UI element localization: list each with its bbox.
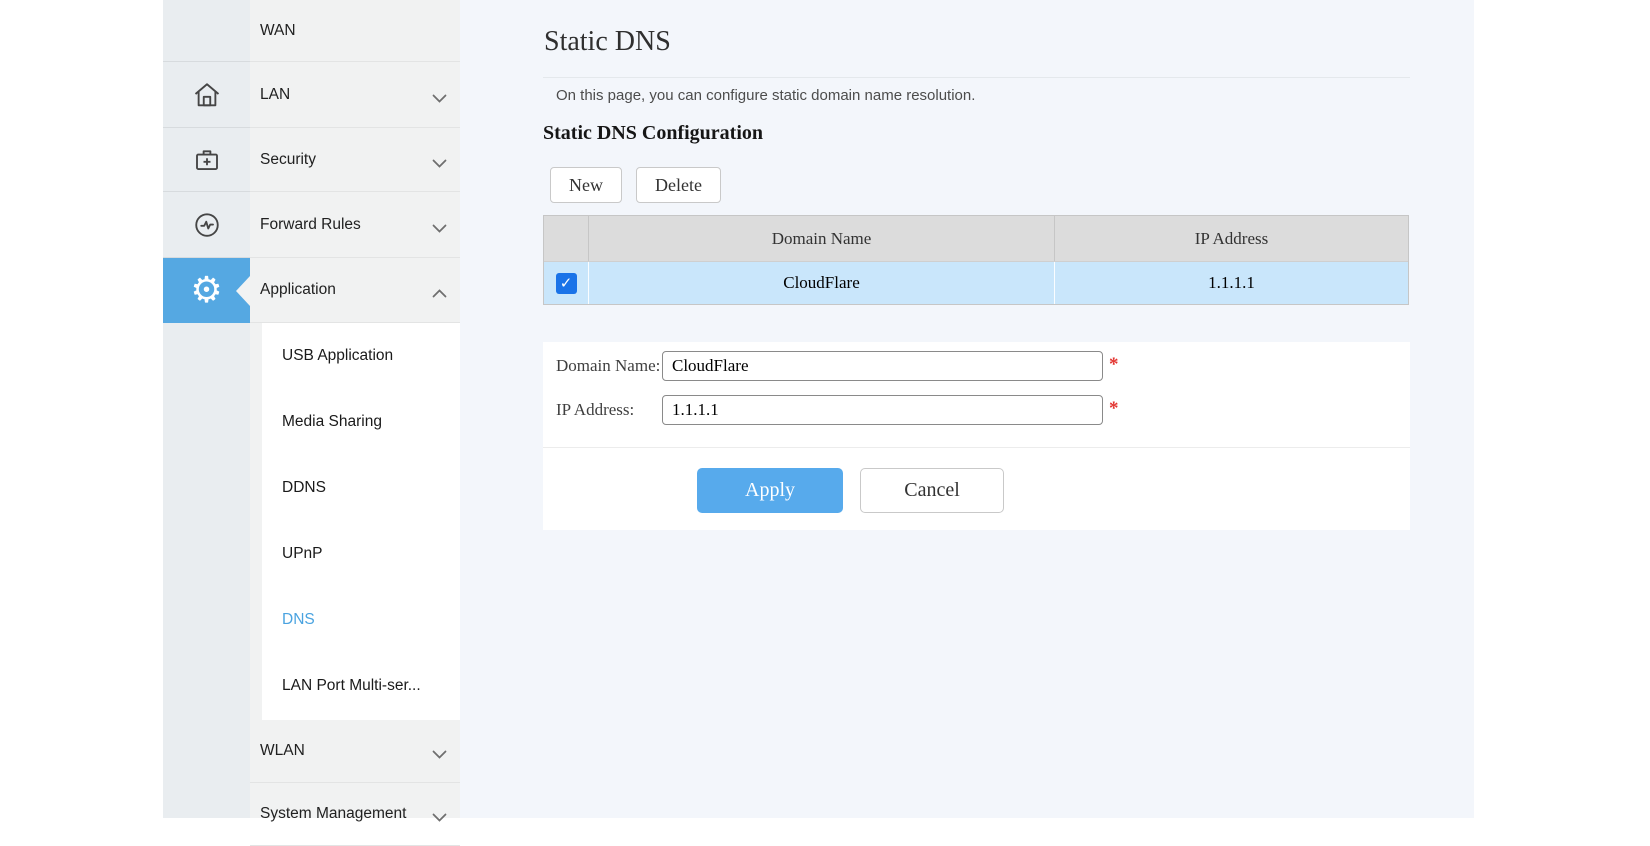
apply-button[interactable]: Apply — [697, 468, 843, 513]
chevron-down-icon — [432, 155, 447, 173]
new-button[interactable]: New — [550, 167, 622, 203]
first-aid-kit-icon — [192, 145, 222, 175]
gear-icon: ⚙ — [190, 273, 222, 309]
submenu-item-label: DNS — [282, 611, 315, 629]
chevron-up-icon — [432, 285, 447, 303]
diagnose-icon — [192, 210, 222, 240]
menu-item-wan[interactable]: WAN — [250, 0, 460, 62]
chevron-down-icon — [432, 746, 447, 764]
title-divider — [543, 77, 1410, 78]
active-item-notch — [236, 276, 250, 306]
edit-form-panel: Domain Name: * IP Address: * Apply Cance… — [543, 342, 1410, 530]
submenu-application: USB Application Media Sharing DDNS UPnP … — [262, 323, 460, 720]
menu-item-system-management[interactable]: System Management — [250, 783, 460, 846]
page-title: Static DNS — [544, 26, 671, 58]
menu-item-label: WAN — [260, 22, 296, 40]
menu-item-label: Security — [260, 151, 316, 169]
submenu-item-label: LAN Port Multi-ser... — [282, 677, 421, 695]
table-header-checkbox-cell — [544, 216, 588, 261]
ip-address-input[interactable] — [662, 395, 1103, 425]
required-marker: * — [1109, 354, 1119, 376]
table-cell-ip-address: 1.1.1.1 — [1054, 262, 1408, 304]
home-icon — [192, 80, 222, 110]
domain-name-input[interactable] — [662, 351, 1103, 381]
menu-item-label: Application — [260, 281, 336, 299]
menu-item-label: WLAN — [260, 742, 305, 760]
menu-item-forward-rules[interactable]: Forward Rules — [250, 192, 460, 258]
submenu-item-dns-active[interactable]: DNS — [262, 587, 460, 653]
chevron-down-icon — [432, 90, 447, 108]
rail-spacer-row — [163, 0, 250, 62]
submenu-item-media-sharing[interactable]: Media Sharing — [262, 389, 460, 455]
submenu-item-label: Media Sharing — [282, 413, 382, 431]
section-title: Static DNS Configuration — [543, 122, 763, 145]
submenu-item-usb-application[interactable]: USB Application — [262, 323, 460, 389]
table-row[interactable]: CloudFlare 1.1.1.1 — [544, 262, 1408, 304]
rail-item-diagnose[interactable] — [163, 192, 250, 258]
static-dns-table: Domain Name IP Address CloudFlare 1.1.1.… — [543, 215, 1409, 305]
row-checkbox-checked[interactable] — [556, 273, 577, 294]
form-divider — [543, 447, 1410, 448]
menu-item-lan[interactable]: LAN — [250, 62, 460, 128]
menu-item-label: System Management — [260, 805, 406, 823]
table-cell-domain-name: CloudFlare — [588, 262, 1054, 304]
menu-item-security[interactable]: Security — [250, 128, 460, 192]
table-header-row: Domain Name IP Address — [544, 216, 1408, 262]
menu-item-label: LAN — [260, 86, 290, 104]
page-description: On this page, you can configure static d… — [556, 87, 975, 104]
icon-sidebar: ⚙ — [163, 0, 250, 818]
rail-item-settings-active[interactable]: ⚙ — [163, 258, 250, 323]
rail-item-update[interactable] — [163, 128, 250, 192]
delete-button[interactable]: Delete — [636, 167, 721, 203]
table-header-domain-name: Domain Name — [588, 216, 1054, 261]
required-marker: * — [1109, 398, 1119, 420]
ip-address-label: IP Address: — [556, 395, 634, 425]
table-header-ip-address: IP Address — [1054, 216, 1408, 261]
submenu-item-label: USB Application — [282, 347, 393, 365]
table-cell-checkbox — [544, 262, 588, 304]
submenu-item-label: UPnP — [282, 545, 323, 563]
menu-item-label: Forward Rules — [260, 216, 361, 234]
menu-item-wlan[interactable]: WLAN — [250, 720, 460, 783]
chevron-down-icon — [432, 809, 447, 827]
domain-name-label: Domain Name: — [556, 351, 660, 381]
submenu-item-upnp[interactable]: UPnP — [262, 521, 460, 587]
submenu-item-lan-port-multi-service[interactable]: LAN Port Multi-ser... — [262, 653, 460, 719]
chevron-down-icon — [432, 220, 447, 238]
submenu-item-ddns[interactable]: DDNS — [262, 455, 460, 521]
cancel-button[interactable]: Cancel — [860, 468, 1004, 513]
menu-item-application[interactable]: Application — [250, 258, 460, 323]
nav-menu: WAN LAN Security Forward Rules Applicati… — [250, 0, 460, 818]
submenu-item-label: DDNS — [282, 479, 326, 497]
rail-item-home[interactable] — [163, 62, 250, 128]
